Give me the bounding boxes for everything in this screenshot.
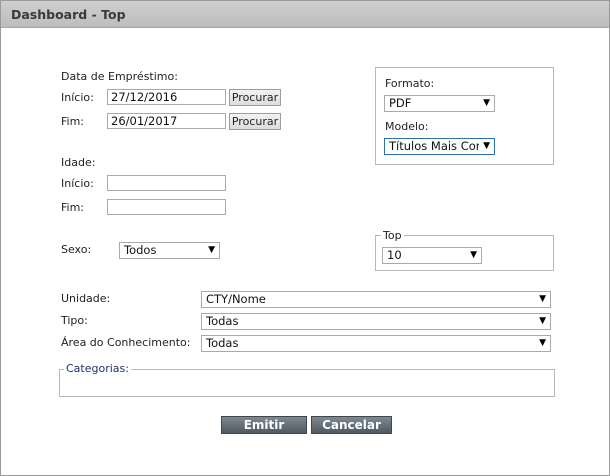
area-select[interactable]: Todas ▼ xyxy=(201,335,551,352)
categorias-box[interactable] xyxy=(59,369,555,397)
triangle-down-icon: ▼ xyxy=(481,139,490,154)
formato-label: Formato: xyxy=(385,77,435,90)
unidade-value: CTY/Nome xyxy=(206,292,266,306)
idade-label: Idade: xyxy=(61,156,96,169)
title-bar: Dashboard - Top xyxy=(1,1,609,28)
modelo-value: Títulos Mais Consultados xyxy=(389,139,479,153)
modelo-label: Modelo: xyxy=(385,120,429,133)
procurar-fim-button[interactable]: Procurar xyxy=(229,113,281,130)
unidade-label: Unidade: xyxy=(61,292,111,305)
top-select[interactable]: 10 ▼ xyxy=(382,247,482,264)
area-value: Todas xyxy=(206,336,239,350)
sexo-select[interactable]: Todos ▼ xyxy=(119,242,220,259)
sexo-label: Sexo: xyxy=(61,243,92,256)
triangle-down-icon: ▼ xyxy=(206,243,215,258)
idade-inicio-label: Início: xyxy=(61,177,94,190)
dashboard-dialog: Dashboard - Top Data de Empréstimo: Iníc… xyxy=(0,0,610,476)
emprestimo-inicio-input[interactable] xyxy=(107,89,226,105)
emprestimo-fim-label: Fim: xyxy=(61,115,85,128)
unidade-select[interactable]: CTY/Nome ▼ xyxy=(201,291,551,308)
emitir-button[interactable]: Emitir xyxy=(221,416,307,434)
top-value: 10 xyxy=(387,248,402,262)
cancelar-button[interactable]: Cancelar xyxy=(311,416,392,434)
categorias-label: Categorias: xyxy=(64,362,131,375)
formato-select[interactable]: PDF ▼ xyxy=(384,95,495,112)
area-label: Área do Conhecimento: xyxy=(61,336,191,349)
formato-value: PDF xyxy=(389,96,412,110)
triangle-down-icon: ▼ xyxy=(537,292,546,307)
triangle-down-icon: ▼ xyxy=(481,96,490,111)
idade-fim-input[interactable] xyxy=(107,199,226,215)
emprestimo-label: Data de Empréstimo: xyxy=(61,70,178,83)
sexo-value: Todos xyxy=(124,243,157,257)
triangle-down-icon: ▼ xyxy=(468,248,477,263)
top-label: Top xyxy=(381,229,404,242)
idade-inicio-input[interactable] xyxy=(107,175,226,191)
tipo-value: Todas xyxy=(206,314,239,328)
procurar-inicio-button[interactable]: Procurar xyxy=(229,89,281,106)
emprestimo-inicio-label: Início: xyxy=(61,91,94,104)
tipo-label: Tipo: xyxy=(61,314,88,327)
tipo-select[interactable]: Todas ▼ xyxy=(201,313,551,330)
triangle-down-icon: ▼ xyxy=(537,336,546,351)
emprestimo-fim-input[interactable] xyxy=(107,113,226,129)
idade-fim-label: Fim: xyxy=(61,201,85,214)
modelo-select[interactable]: Títulos Mais Consultados ▼ xyxy=(384,138,495,155)
triangle-down-icon: ▼ xyxy=(537,314,546,329)
window-title: Dashboard - Top xyxy=(11,7,126,22)
